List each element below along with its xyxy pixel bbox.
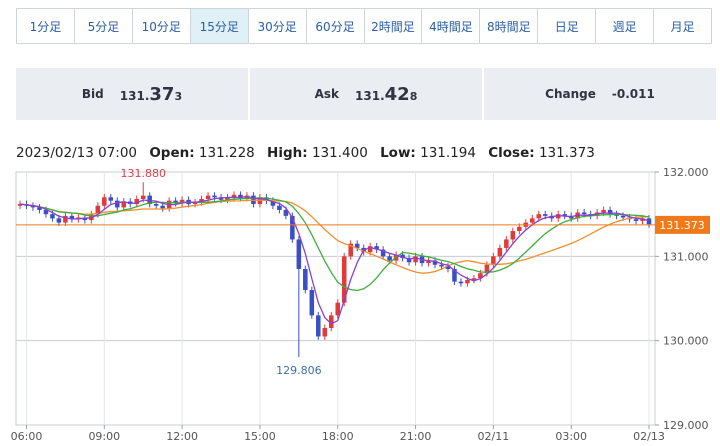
candle-body (497, 247, 503, 257)
candle-body (303, 268, 308, 291)
low-annotation: 129.806 (276, 364, 322, 377)
y-tick-label: 129.000 (663, 419, 709, 432)
current-price-label: 131.373 (659, 219, 705, 232)
x-tick-label: 06:00 (11, 430, 43, 443)
x-tick-label: 21:00 (400, 430, 432, 443)
candle-body (50, 214, 55, 219)
candle-body (316, 315, 321, 337)
candle-body (212, 195, 217, 198)
candle-body (114, 200, 120, 208)
candle-body (581, 212, 587, 215)
candle-body (504, 239, 509, 248)
moving-average-long (19, 199, 650, 274)
y-tick-label: 130.000 (663, 335, 709, 348)
x-tick-label: 03:00 (555, 430, 587, 443)
candle-body (309, 290, 315, 316)
candle-body (646, 218, 652, 225)
x-tick-label: 12:00 (166, 430, 198, 443)
x-tick-label: 15:00 (244, 430, 276, 443)
moving-average-short (19, 195, 650, 325)
y-tick-label: 132.000 (663, 166, 709, 179)
candle-body (140, 195, 146, 199)
candle-body (387, 256, 392, 261)
plot-frame (15, 171, 656, 426)
candle-body (108, 197, 114, 201)
x-tick-label: 02/13 (633, 430, 665, 443)
candle-body (102, 197, 107, 206)
candle-body (530, 218, 535, 223)
candle-body (465, 279, 470, 284)
candle-body (458, 281, 464, 284)
candle-body (517, 226, 522, 232)
y-tick-label: 131.000 (663, 250, 709, 263)
candle-body (620, 215, 626, 218)
candle-body (205, 195, 211, 199)
candle-body (510, 231, 516, 240)
candle-body (536, 214, 542, 219)
candle-body (335, 302, 341, 316)
candle-body (633, 219, 639, 221)
candle-body (601, 209, 606, 213)
x-tick-label: 09:00 (88, 430, 120, 443)
candle-body (56, 218, 62, 223)
candle-body (439, 264, 444, 267)
price-chart: 131.373 131.880 129.806 132.000 131.000 130.… (11, 166, 710, 443)
candle-body (322, 328, 328, 337)
candle-body (277, 205, 282, 210)
x-tick-label: 02/11 (478, 430, 510, 443)
x-tick-label: 18:00 (322, 430, 354, 443)
candle-body (542, 214, 548, 216)
high-annotation: 131.880 (120, 167, 166, 180)
candle-body (491, 256, 496, 265)
candle-body (153, 204, 159, 206)
candle-body (296, 239, 302, 269)
candle-body (160, 205, 165, 209)
